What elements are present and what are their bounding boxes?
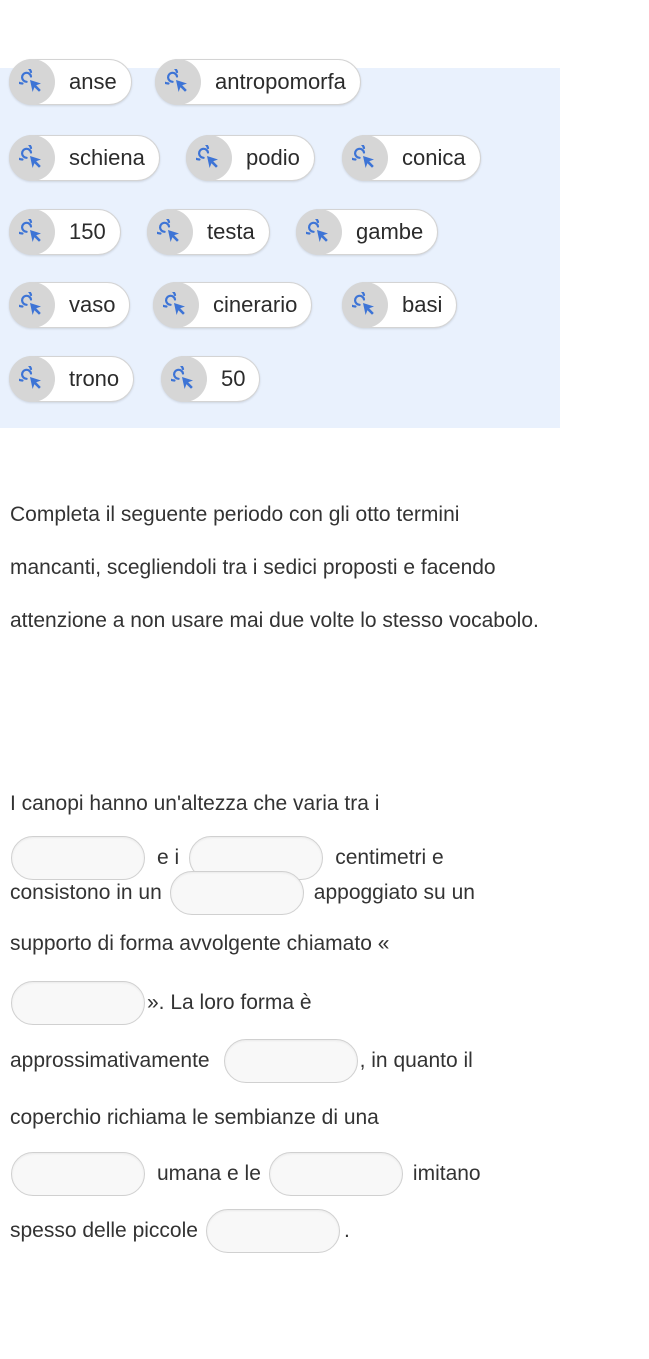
exercise-line: supporto di forma avvolgente chiamato « (10, 917, 389, 971)
drag-cursor-icon (9, 135, 55, 181)
word-chip-schiena[interactable]: schiena (9, 135, 160, 181)
drag-cursor-icon (342, 282, 388, 328)
word-chip-gambe[interactable]: gambe (296, 209, 439, 255)
drop-slot-4[interactable] (11, 981, 145, 1025)
exercise-line: I canopi hanno un'altezza che varia tra … (10, 777, 379, 831)
drop-slot-5[interactable] (223, 1039, 358, 1083)
word-chip-label: 50 (221, 366, 246, 391)
drop-slot-6[interactable] (11, 1152, 145, 1196)
exercise-line: consistono in un appoggiato su un (10, 866, 475, 920)
word-chip-label: basi (402, 292, 443, 317)
word-chip-antropomorfa[interactable]: antropomorfa (155, 59, 361, 105)
word-chip-150[interactable]: 150 (9, 209, 121, 255)
word-chip-label: gambe (356, 219, 424, 244)
drag-cursor-icon (155, 59, 201, 105)
word-chip-label: schiena (69, 145, 145, 170)
word-chip-label: cinerario (213, 292, 298, 317)
exercise-line: ». La loro forma è (10, 976, 312, 1030)
word-chip-label: vaso (69, 292, 116, 317)
sentence-text: ». La loro forma è (147, 991, 312, 1014)
drag-cursor-icon (153, 282, 199, 328)
sentence-text: imitano (412, 1162, 481, 1185)
drag-cursor-icon (9, 209, 55, 255)
word-chip-label: 150 (69, 219, 106, 244)
word-chip-label: podio (246, 145, 300, 170)
drag-cursor-icon (161, 356, 207, 402)
word-chip-basi[interactable]: basi (342, 282, 458, 328)
drop-slot-7[interactable] (268, 1152, 403, 1196)
sentence-text: coperchio richiama le sembianze di una (10, 1106, 379, 1129)
word-chip-vaso[interactable]: vaso (9, 282, 131, 328)
sentence-text: supporto di forma avvolgente chiamato « (10, 932, 390, 955)
drag-cursor-icon (296, 209, 342, 255)
exercise-line: spesso delle piccole . (10, 1204, 350, 1258)
word-chip-label: conica (402, 145, 466, 170)
sentence-text: spesso delle piccole (10, 1219, 198, 1242)
sentence-text: , in quanto il (359, 1049, 473, 1072)
drag-cursor-icon (9, 59, 55, 105)
instructions-text: Completa il seguente periodo con gli ott… (10, 503, 539, 632)
drag-cursor-icon (186, 135, 232, 181)
word-chip-testa[interactable]: testa (147, 209, 270, 255)
word-bank: anse antropomorfa schiena podio conica 1… (0, 59, 560, 428)
word-chip-podio[interactable]: podio (186, 135, 315, 181)
sentence-text: appoggiato su un (313, 881, 475, 904)
word-chip-label: trono (69, 366, 120, 391)
sentence-text: . (343, 1219, 350, 1242)
drop-slot-3[interactable] (169, 871, 304, 915)
word-chip-anse[interactable]: anse (9, 59, 132, 105)
word-chip-conica[interactable]: conica (342, 135, 481, 181)
word-chip-cinerario[interactable]: cinerario (153, 282, 313, 328)
exercise-line: coperchio richiama le sembianze di una (10, 1091, 379, 1145)
word-chip-label: antropomorfa (215, 69, 346, 94)
word-chip-label: anse (69, 69, 117, 94)
sentence-text: I canopi hanno un'altezza che varia tra … (10, 792, 380, 815)
drop-slot-8[interactable] (205, 1209, 340, 1253)
word-chip-trono[interactable]: trono (9, 356, 135, 402)
word-chip-50[interactable]: 50 (161, 356, 261, 402)
sentence-text: umana e le (157, 1162, 261, 1185)
drag-cursor-icon (9, 282, 55, 328)
word-chip-label: testa (207, 219, 255, 244)
sentence-text: consistono in un (10, 881, 162, 904)
drag-cursor-icon (147, 209, 193, 255)
drag-cursor-icon (342, 135, 388, 181)
exercise-line: approssimativamente , in quanto il (10, 1034, 473, 1088)
sentence-text: approssimativamente (10, 1049, 210, 1072)
drag-cursor-icon (9, 356, 55, 402)
exercise-line: umana e le imitano (10, 1147, 481, 1201)
